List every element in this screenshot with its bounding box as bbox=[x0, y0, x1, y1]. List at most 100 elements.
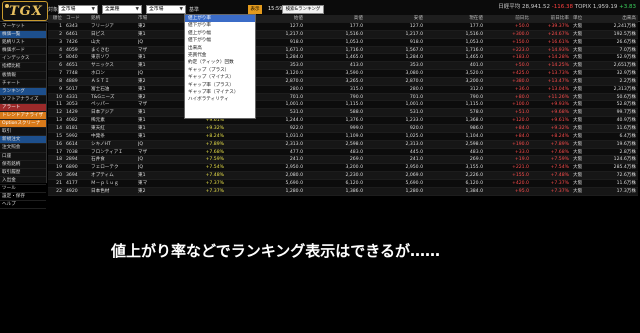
table-row[interactable]: 16 6614 シキノHT JQ +7.89% 2,313.0 2,598.0 2,313.0… bbox=[48, 140, 638, 149]
table-row[interactable]: 12 1429 日本アジア 東1 +9.68% 531.0 588.0 531.0 578.0 +… bbox=[48, 109, 638, 118]
target-select[interactable]: 全市場 ▼ bbox=[58, 5, 98, 14]
table-row[interactable]: 104331T&Gニーズ東2+10.26%701.0790.0701.0790.… bbox=[48, 93, 638, 102]
table-row[interactable]: 3 7426 山大 JQ 918.0 1,053.0 918.0 1,053.0 +150.0 +… bbox=[48, 38, 638, 47]
apply-button[interactable]: 表示 bbox=[248, 5, 262, 14]
sidebar-item[interactable]: アラート bbox=[0, 103, 46, 113]
column-header[interactable]: 安値 bbox=[373, 15, 423, 23]
name-cell: 日ピス bbox=[91, 31, 105, 37]
table-row[interactable]: 4 4059 まくさむ マザ 1,671.0 1,716.0 1,567.0 1,716.0 +… bbox=[48, 46, 638, 55]
rate-cell: +8.24% bbox=[205, 133, 224, 139]
sidebar-item[interactable]: マーケット bbox=[0, 23, 46, 32]
change-pct-cell: +7.68% bbox=[550, 149, 569, 155]
change-cell: +150.0 bbox=[511, 39, 529, 45]
change-pct-cell: +9.32% bbox=[550, 125, 569, 131]
dropdown-option[interactable]: ギャップ（マイナス） bbox=[185, 74, 255, 81]
sidebar-item[interactable]: チャート bbox=[0, 80, 46, 88]
table-row[interactable]: 13 4082 稀元素 東1 +9.61% 1,244.0 1,376.0 1,233.0 1,… bbox=[48, 117, 638, 125]
column-header[interactable]: 高値 bbox=[313, 15, 363, 23]
change-pct-cell: +7.37% bbox=[550, 188, 569, 194]
table-row[interactable]: 22 4920 日本色材 東2 +7.37% 1,280.0 1,386.0 1,280.0 1… bbox=[48, 187, 638, 196]
sidebar-item[interactable]: 新規注文 bbox=[0, 136, 46, 145]
dropdown-option[interactable]: ギャップ率（プラス） bbox=[185, 82, 255, 89]
sidebar-item[interactable]: 保有銘柄 bbox=[0, 161, 46, 169]
sidebar-item[interactable]: Optionスクリーナ bbox=[0, 120, 46, 129]
sidebar-item[interactable]: 設定・保存 bbox=[0, 193, 46, 202]
high-cell: 1,109.0 bbox=[345, 133, 363, 139]
name-cell: ＡＳＴＩ bbox=[91, 78, 110, 84]
name-cell: 東天紅 bbox=[91, 125, 105, 131]
low-cell: 445.0 bbox=[409, 149, 423, 155]
sidebar-item[interactable]: ツール bbox=[0, 185, 46, 193]
current-cell: 578.0 bbox=[469, 110, 483, 116]
table-row[interactable]: 8 4889 ＡＳＴＩ 東2 2,870.0 3,265.0 2,870.0 3,200.0 +… bbox=[48, 77, 638, 86]
search-ranking-button[interactable]: 検索&ランキング bbox=[282, 5, 324, 14]
sidebar-item[interactable]: 銘柄リスト bbox=[0, 39, 46, 48]
table-row[interactable]: 15 5992 中発条 東1 +8.24% 1,031.0 1,109.0 1,025.0 1,… bbox=[48, 132, 638, 141]
column-header[interactable]: コード bbox=[66, 15, 86, 23]
market-cell: 東1 bbox=[138, 55, 146, 61]
column-header[interactable]: 始値 bbox=[253, 15, 303, 23]
market-cell: 東2 bbox=[138, 24, 146, 29]
dropdown-option[interactable]: ギャップ（プラス） bbox=[185, 67, 255, 74]
column-header[interactable]: 順位 bbox=[50, 15, 62, 23]
table-row[interactable]: 14 8181 東天紅 東1 +9.32% 922.0 999.0 920.0 986.0 +84… bbox=[48, 124, 638, 133]
dropdown-option[interactable]: 値下がり率 bbox=[185, 22, 255, 29]
table-row[interactable]: 21 4177 Ｍ－ｐｌｕｇ 東マ +7.37% 5,690.0 6,120.0 5,690.… bbox=[48, 179, 638, 188]
change-pct-cell: +13.73% bbox=[547, 71, 569, 77]
sidebar-item[interactable]: 指標比較 bbox=[0, 63, 46, 72]
table-row[interactable]: 11 3053 ペッパー マザ +9.93% 1,001.0 1,115.0 1,001.0 1… bbox=[48, 101, 638, 110]
column-header[interactable]: 出来高 bbox=[590, 15, 636, 23]
sidebar-item[interactable]: 注文照会 bbox=[0, 144, 46, 153]
sidebar-item[interactable]: 株価一覧 bbox=[0, 31, 46, 40]
column-header[interactable]: 前日比 bbox=[493, 15, 529, 23]
table-row[interactable]: 19 6890 フェローテク JQ +7.54% 2,950.0 3,200.0 2,950.… bbox=[48, 164, 638, 173]
sidebar-item[interactable]: 板情報 bbox=[0, 72, 46, 80]
dropdown-option[interactable]: 約定（ティック）回数 bbox=[185, 59, 255, 66]
table-row[interactable]: 17 7038 フロンティアＩ マザ +7.68% 477.0 483.0 445.0 483.… bbox=[48, 148, 638, 157]
high-cell: 2,230.0 bbox=[345, 173, 363, 179]
column-header[interactable]: 市場 bbox=[138, 15, 152, 23]
high-cell: 1,465.0 bbox=[345, 55, 363, 61]
column-header[interactable]: 前日比率 bbox=[531, 15, 569, 23]
code-cell: 5017 bbox=[66, 86, 78, 92]
sidebar-item[interactable]: 口座 bbox=[0, 153, 46, 161]
low-cell: 918.0 bbox=[409, 39, 423, 45]
table-row[interactable]: 1 6343 フリージア 東2 127.0 177.0 127.0 177.0 +50.0 +39… bbox=[48, 23, 638, 31]
change-pct-cell: +9.61% bbox=[550, 118, 569, 124]
sidebar-item[interactable]: 取引履歴 bbox=[0, 169, 46, 177]
table-row[interactable]: 9 5017 富士石油 東1 280.0 315.0 280.0 312.0 +36.0 +13.… bbox=[48, 85, 638, 94]
sidebar-item[interactable]: 株価ボード bbox=[0, 47, 46, 56]
unit-cell: 大阪 bbox=[573, 94, 583, 100]
sidebar-item[interactable]: 取引 bbox=[0, 128, 46, 137]
dropdown-option[interactable]: 値下がり幅 bbox=[185, 37, 255, 44]
sidebar-item[interactable]: 入出金 bbox=[0, 177, 46, 185]
basis-dropdown-list[interactable]: 値上がり率 値下がり率 値上がり幅 値下がり幅 出来高 売買代金 約定（ティック）回数 ギャッ… bbox=[184, 14, 256, 119]
sidebar-item[interactable]: ソフトアナライズ bbox=[0, 96, 46, 104]
table-row[interactable]: 20 3694 オプティム 東1 +7.48% 2,080.0 2,230.0 2,069.0… bbox=[48, 172, 638, 180]
name-cell: まくさむ bbox=[91, 47, 110, 53]
type-select[interactable]: 全業種 ▼ bbox=[102, 5, 142, 14]
market-select[interactable]: 全市場 ▼ bbox=[146, 5, 186, 14]
table-row[interactable]: 5 8040 東京ソワ 東1 1,284.0 1,465.0 1,284.0 1,465.0 +… bbox=[48, 54, 638, 63]
dropdown-option[interactable]: 売買代金 bbox=[185, 52, 255, 59]
column-header[interactable]: 銘柄 bbox=[91, 15, 131, 23]
table-row[interactable]: 6 4651 サニックス 東1 353.0 413.0 353.0 401.0 +50.0 +14… bbox=[48, 62, 638, 71]
sidebar-item[interactable]: インデックス bbox=[0, 55, 46, 64]
sidebar-item[interactable]: ヘルプ bbox=[0, 201, 46, 210]
table-row[interactable]: 18 2894 石井食 JQ +7.59% 241.0 269.0 241.0 269.0 +19… bbox=[48, 156, 638, 165]
dropdown-option[interactable]: 出来高 bbox=[185, 45, 255, 52]
column-header[interactable]: 現在値 bbox=[433, 15, 483, 23]
dropdown-option[interactable]: ハイボラティリティ bbox=[185, 96, 255, 103]
low-cell: 1,280.0 bbox=[405, 188, 423, 194]
dropdown-option[interactable]: ギャップ率（マイナス） bbox=[185, 89, 255, 96]
target-select-value: 全市場 bbox=[61, 7, 76, 12]
dropdown-option[interactable]: 値上がり率 bbox=[185, 15, 255, 23]
column-header[interactable]: 単位 bbox=[573, 15, 585, 23]
open-cell: 918.0 bbox=[289, 39, 303, 45]
dropdown-option[interactable]: 値上がり幅 bbox=[185, 30, 255, 37]
table-row[interactable]: 7 7748 ホロン JQ 3,120.0 3,590.0 3,080.0 3,520.0 +4… bbox=[48, 70, 638, 78]
sidebar-item[interactable]: ランキング bbox=[0, 87, 46, 96]
table-row[interactable]: 2 6461 日ピス 東1 1,217.0 1,516.0 1,217.0 1,516.0 +3… bbox=[48, 30, 638, 39]
sidebar-item[interactable]: トレンドアナライザ bbox=[0, 112, 46, 121]
high-cell: 1,386.0 bbox=[345, 188, 363, 194]
